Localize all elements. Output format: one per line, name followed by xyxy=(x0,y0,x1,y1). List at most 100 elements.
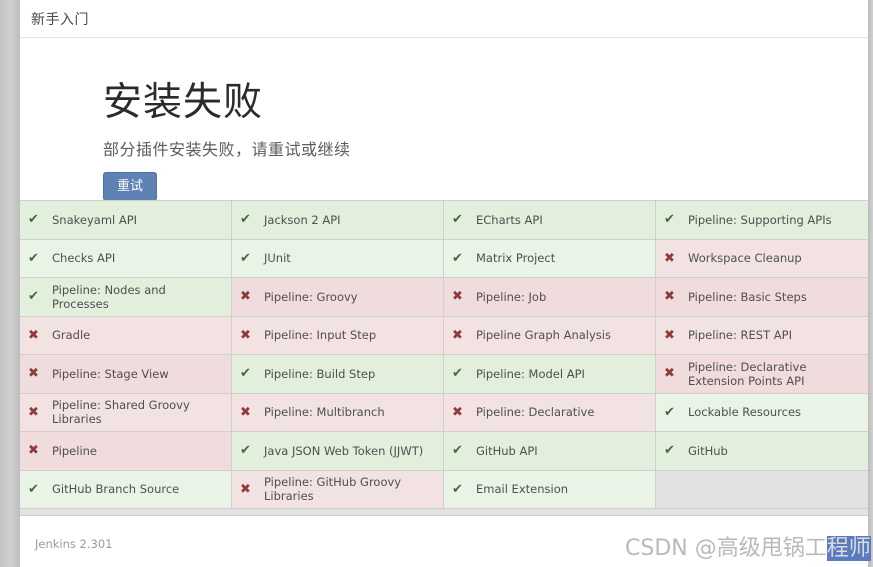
plugin-cell: ✖ Pipeline: Shared Groovy Libraries xyxy=(20,393,232,432)
check-icon: ✔ xyxy=(664,212,675,228)
plugin-results-grid: ✔ Snakeyaml API ✔ Checks API ✔ Pipeline: Node… xyxy=(20,200,868,516)
plugin-name-label: Pipeline: Supporting APIs xyxy=(688,212,832,227)
plugin-name-label: Pipeline xyxy=(52,443,98,458)
check-icon: ✔ xyxy=(240,443,251,459)
plugin-cell: ✔ GitHub API xyxy=(444,432,656,471)
plugin-cell: ✖ Pipeline Graph Analysis xyxy=(444,316,656,355)
plugin-column: ✔ ECharts API ✔ Matrix Project ✖ Pipeline: Jo… xyxy=(444,201,656,509)
breadcrumb-item-getting-started[interactable]: 新手入门 xyxy=(31,9,89,29)
plugin-name-label: Pipeline: Basic Steps xyxy=(688,289,807,304)
cross-icon: ✖ xyxy=(664,327,675,343)
check-icon: ✔ xyxy=(240,250,251,266)
cross-icon: ✖ xyxy=(28,443,39,459)
plugin-cell: ✖ Gradle xyxy=(20,316,232,355)
plugin-name-label: Pipeline: Shared Groovy Libraries xyxy=(52,398,190,427)
cross-icon: ✖ xyxy=(452,404,463,420)
cross-icon: ✖ xyxy=(240,289,251,305)
cross-icon: ✖ xyxy=(664,366,675,382)
check-icon: ✔ xyxy=(664,443,675,459)
cross-icon: ✖ xyxy=(664,289,675,305)
check-icon: ✔ xyxy=(240,212,251,228)
plugin-cell: ✖ Workspace Cleanup xyxy=(656,239,868,278)
plugin-cell: ✖ Pipeline: Groovy xyxy=(232,278,444,317)
plugin-cell: ✔ GitHub xyxy=(656,432,868,471)
cross-icon: ✖ xyxy=(28,366,39,382)
plugin-name-label: Pipeline: Declarative xyxy=(476,405,595,420)
breadcrumb: 新手入门 xyxy=(20,0,868,38)
plugin-cell: ✔ Pipeline: Nodes and Processes xyxy=(20,278,232,317)
cross-icon: ✖ xyxy=(28,327,39,343)
check-icon: ✔ xyxy=(452,250,463,266)
plugin-cell: ✔ JUnit xyxy=(232,239,444,278)
check-icon: ✔ xyxy=(28,250,39,266)
plugin-name-label: JUnit xyxy=(264,251,291,266)
cross-icon: ✖ xyxy=(240,327,251,343)
plugin-cell: ✔ Checks API xyxy=(20,239,232,278)
check-icon: ✔ xyxy=(452,212,463,228)
plugin-name-label: GitHub xyxy=(688,443,728,458)
plugin-cell: ✔ Email Extension xyxy=(444,470,656,509)
plugin-name-label: Pipeline: Job xyxy=(476,289,547,304)
cross-icon: ✖ xyxy=(664,250,675,266)
plugin-name-label: Email Extension xyxy=(476,482,569,497)
cross-icon: ✖ xyxy=(452,289,463,305)
plugin-cell: ✖ Pipeline: Input Step xyxy=(232,316,444,355)
plugin-name-label: Matrix Project xyxy=(476,251,556,266)
plugin-name-label: Gradle xyxy=(52,328,91,343)
cross-icon: ✖ xyxy=(240,404,251,420)
plugin-cell: ✔ Pipeline: Model API xyxy=(444,355,656,394)
check-icon: ✔ xyxy=(452,481,463,497)
plugin-cell: ✖ Pipeline: Job xyxy=(444,278,656,317)
plugin-cell: ✖ Pipeline: Declarative Extension Points … xyxy=(656,355,868,394)
plugin-column: ✔ Jackson 2 API ✔ JUnit ✖ Pipeline: Groovy ✖ Pi… xyxy=(232,201,444,509)
check-icon: ✔ xyxy=(664,404,675,420)
plugin-cell: ✖ Pipeline xyxy=(20,432,232,471)
plugin-cell: ✖ Pipeline: GitHub Groovy Libraries xyxy=(232,470,444,509)
plugin-name-label: Checks API xyxy=(52,251,116,266)
plugin-name-label: Java JSON Web Token (JJWT) xyxy=(264,443,424,458)
page-subtitle: 部分插件安装失败，请重试或继续 xyxy=(103,140,351,159)
page-body: 新手入门 安装失败 部分插件安装失败，请重试或继续 重试 ✔ Snakeyaml … xyxy=(20,0,868,567)
plugin-cell: ✔ Pipeline: Build Step xyxy=(232,355,444,394)
plugin-cell-empty xyxy=(656,470,868,509)
plugin-cell: ✔ Matrix Project xyxy=(444,239,656,278)
plugin-name-label: Pipeline: REST API xyxy=(688,328,792,343)
plugin-cell: ✖ Pipeline: Multibranch xyxy=(232,393,444,432)
plugin-name-label: Pipeline: Groovy xyxy=(264,289,358,304)
cross-icon: ✖ xyxy=(452,327,463,343)
check-icon: ✔ xyxy=(28,212,39,228)
app-window: 新手入门 安装失败 部分插件安装失败，请重试或继续 重试 ✔ Snakeyaml … xyxy=(0,0,873,567)
plugin-name-label: Pipeline Graph Analysis xyxy=(476,328,611,343)
plugin-name-label: Snakeyaml API xyxy=(52,212,138,227)
plugin-name-label: Lockable Resources xyxy=(688,405,802,420)
cross-icon: ✖ xyxy=(240,481,251,497)
plugin-cell: ✔ ECharts API xyxy=(444,201,656,240)
plugin-column: ✔ Snakeyaml API ✔ Checks API ✔ Pipeline: Node… xyxy=(20,201,232,509)
plugin-name-label: Pipeline: Multibranch xyxy=(264,405,385,420)
cross-icon: ✖ xyxy=(28,404,39,420)
plugin-name-label: Pipeline: Nodes and Processes xyxy=(52,282,166,311)
plugin-cell: ✔ Jackson 2 API xyxy=(232,201,444,240)
retry-button[interactable]: 重试 xyxy=(103,172,158,201)
plugin-name-label: Pipeline: Model API xyxy=(476,366,585,381)
plugin-column: ✔ Pipeline: Supporting APIs ✖ Workspace Cle… xyxy=(656,201,868,509)
plugin-cell: ✔ Snakeyaml API xyxy=(20,201,232,240)
right-gutter xyxy=(868,0,873,567)
check-icon: ✔ xyxy=(240,366,251,382)
check-icon: ✔ xyxy=(452,443,463,459)
plugin-cell: ✖ Pipeline: REST API xyxy=(656,316,868,355)
plugin-name-label: Pipeline: GitHub Groovy Libraries xyxy=(264,475,402,504)
plugin-cell: ✖ Pipeline: Declarative xyxy=(444,393,656,432)
plugin-cell: ✔ Java JSON Web Token (JJWT) xyxy=(232,432,444,471)
plugin-cell: ✔ GitHub Branch Source xyxy=(20,470,232,509)
plugin-name-label: Pipeline: Build Step xyxy=(264,366,376,381)
plugin-name-label: GitHub API xyxy=(476,443,538,458)
plugin-cell: ✖ Pipeline: Stage View xyxy=(20,355,232,394)
plugin-name-label: Pipeline: Input Step xyxy=(264,328,377,343)
hero-section: 安装失败 部分插件安装失败，请重试或继续 重试 xyxy=(20,38,868,201)
plugin-name-label: Workspace Cleanup xyxy=(688,251,802,266)
plugin-name-label: ECharts API xyxy=(476,212,543,227)
check-icon: ✔ xyxy=(452,366,463,382)
plugin-name-label: Pipeline: Declarative Extension Points A… xyxy=(688,359,807,388)
page-title: 安装失败 xyxy=(103,80,264,125)
